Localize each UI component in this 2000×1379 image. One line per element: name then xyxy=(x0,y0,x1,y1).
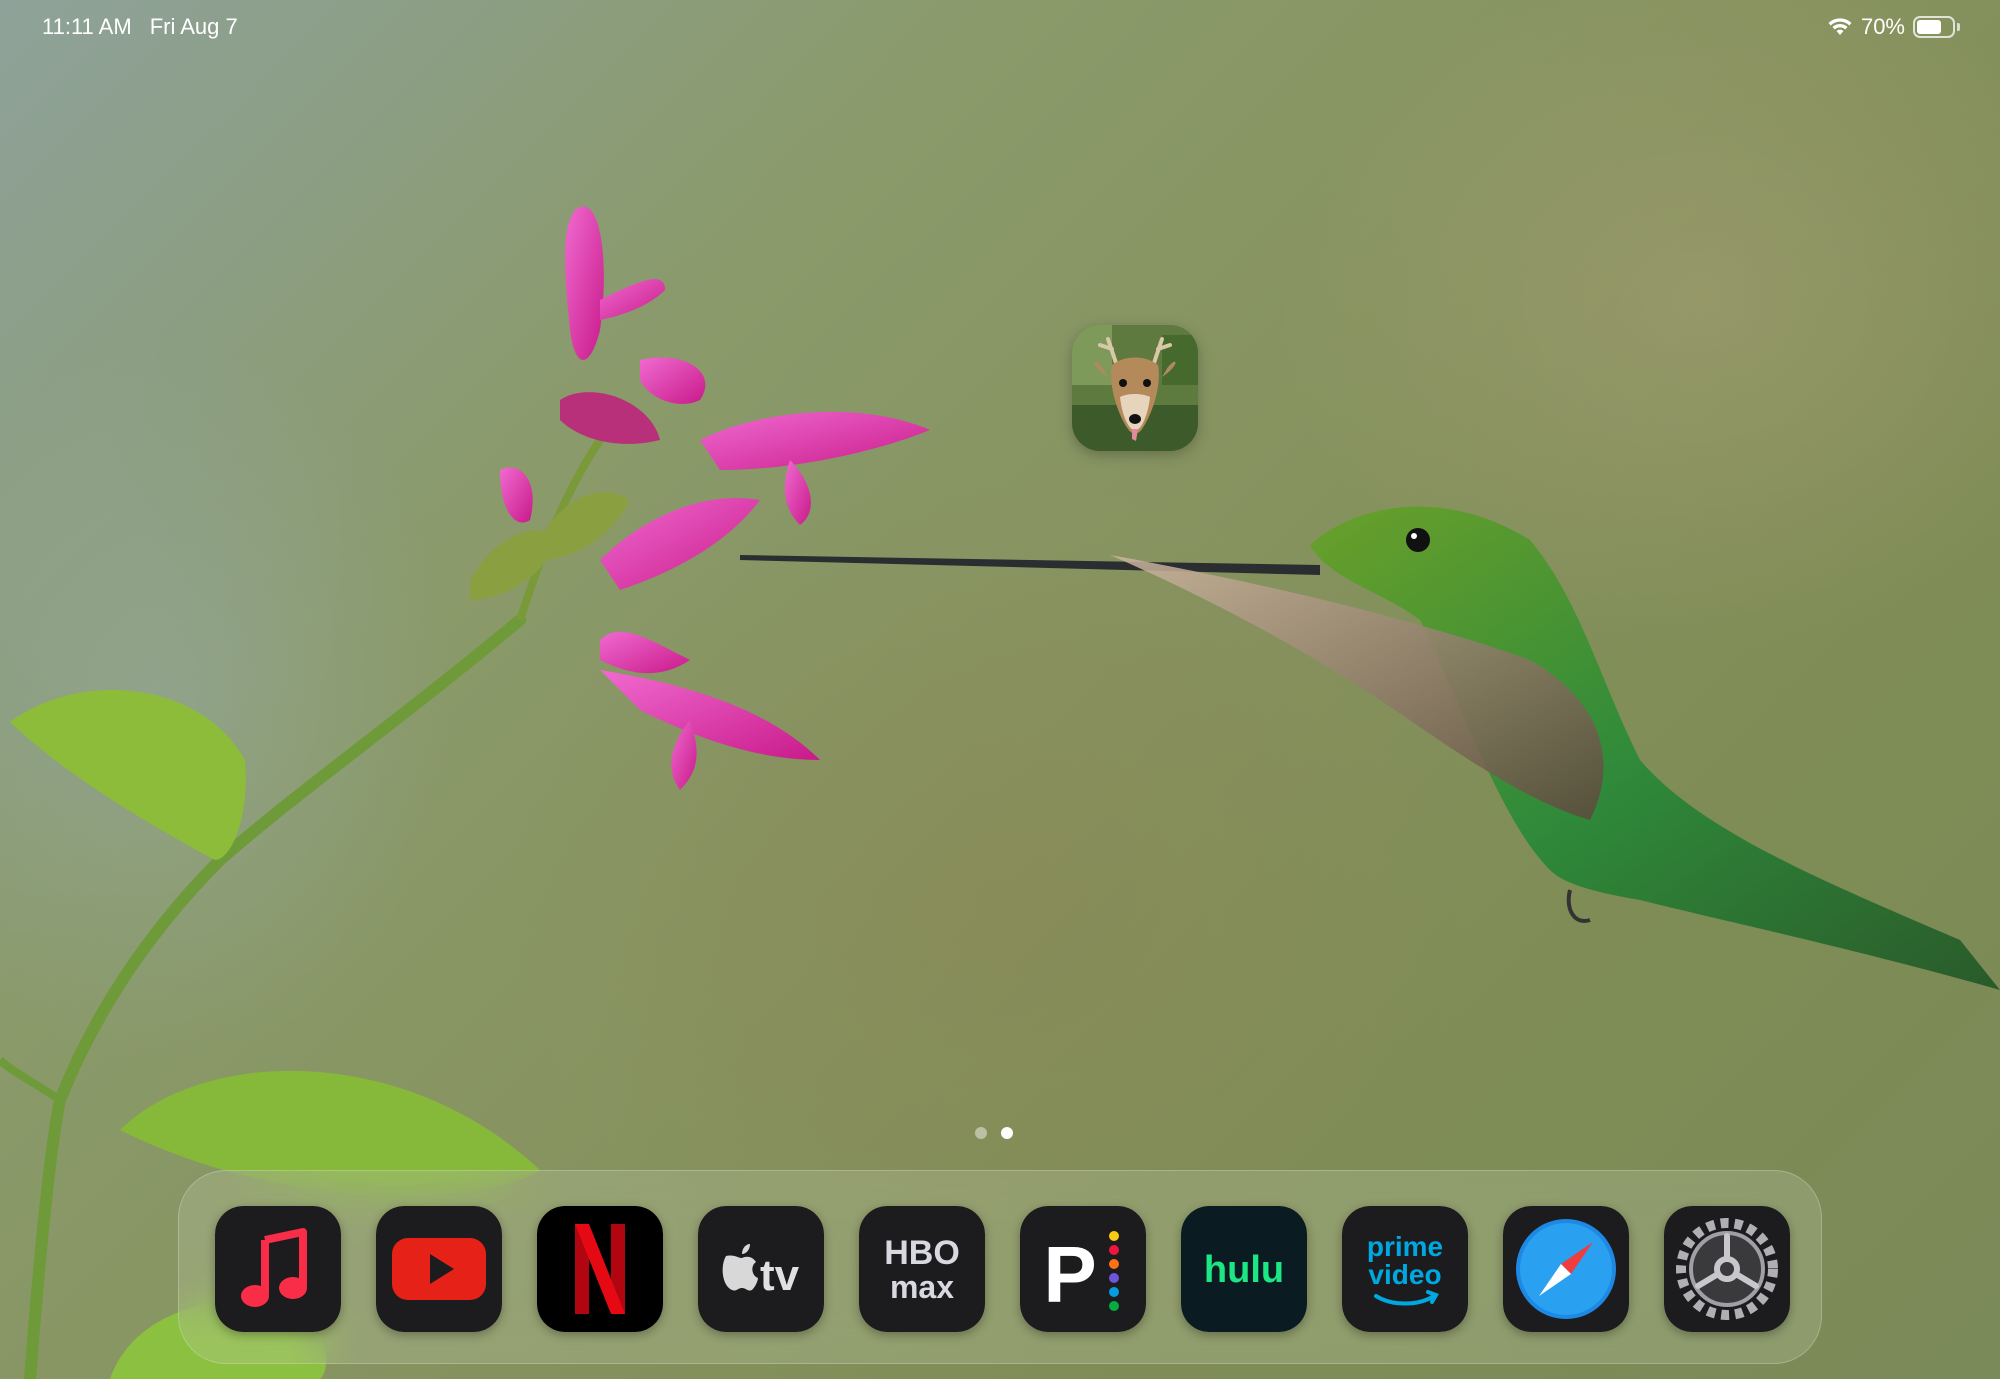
music-note-icon xyxy=(215,1206,341,1332)
hulu-icon: hulu xyxy=(1181,1206,1307,1332)
dock-app-hulu[interactable]: hulu xyxy=(1181,1206,1307,1332)
battery-level xyxy=(1917,20,1941,34)
dock-app-peacock[interactable]: P xyxy=(1020,1206,1146,1332)
dock-app-tv[interactable]: tv xyxy=(698,1206,824,1332)
svg-text:P: P xyxy=(1043,1230,1096,1319)
deer-photo-icon xyxy=(1072,325,1198,451)
apple-tv-icon: tv xyxy=(698,1206,824,1332)
wifi-icon xyxy=(1828,18,1852,35)
page-indicator[interactable] xyxy=(975,1127,1013,1139)
dock-app-youtube[interactable] xyxy=(376,1206,502,1332)
battery-percent: 70% xyxy=(1860,14,1905,39)
svg-text:tv: tv xyxy=(760,1251,800,1300)
dock-app-prime-video[interactable]: prime video xyxy=(1342,1206,1468,1332)
app-icon-deer[interactable] xyxy=(1072,325,1198,451)
status-bar: 11:11 AM Fri Aug 7 70% xyxy=(0,0,2000,54)
svg-text:prime: prime xyxy=(1367,1231,1443,1262)
safari-compass-icon xyxy=(1503,1206,1629,1332)
netflix-n-icon xyxy=(537,1206,663,1332)
prime-video-icon: prime video xyxy=(1342,1206,1468,1332)
status-time: 11:11 AM xyxy=(42,14,132,39)
svg-text:hulu: hulu xyxy=(1204,1249,1284,1291)
status-date: Fri Aug 7 xyxy=(149,14,238,39)
status-right: 70% xyxy=(1827,14,1960,40)
dock-app-safari[interactable] xyxy=(1503,1206,1629,1332)
dock-app-hbo-max[interactable]: HBO max xyxy=(859,1206,985,1332)
dock-app-netflix[interactable] xyxy=(537,1206,663,1332)
page-dot-2[interactable] xyxy=(1001,1127,1013,1139)
settings-gear-icon xyxy=(1664,1206,1790,1332)
svg-text:video: video xyxy=(1368,1259,1441,1290)
svg-text:max: max xyxy=(890,1269,954,1305)
battery-nub xyxy=(1957,23,1960,31)
dock: tv HBO max P hulu prime video xyxy=(178,1170,1822,1364)
dock-app-music[interactable] xyxy=(215,1206,341,1332)
page-dot-1[interactable] xyxy=(975,1127,987,1139)
battery-icon xyxy=(1913,16,1955,38)
svg-text:HBO: HBO xyxy=(884,1234,960,1272)
youtube-play-icon xyxy=(376,1206,502,1332)
hbo-max-icon: HBO max xyxy=(859,1206,985,1332)
status-left: 11:11 AM Fri Aug 7 xyxy=(42,14,238,40)
peacock-icon: P xyxy=(1020,1206,1146,1332)
dock-app-settings[interactable] xyxy=(1664,1206,1790,1332)
